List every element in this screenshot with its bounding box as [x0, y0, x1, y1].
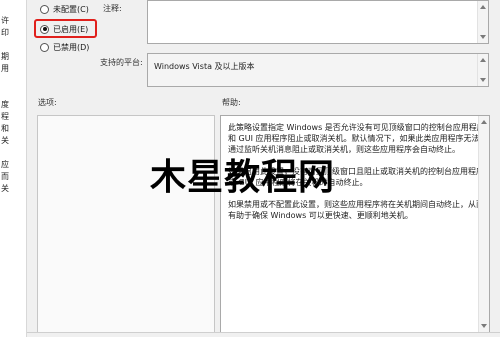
radio-circle[interactable] — [40, 42, 49, 52]
comment-textarea[interactable] — [147, 0, 489, 44]
divider — [27, 332, 500, 333]
radio-not-configured[interactable]: 未配置(C) — [40, 2, 89, 16]
options-label: 选项: — [38, 98, 57, 107]
scroll-down-icon[interactable] — [480, 35, 486, 39]
radio-circle[interactable] — [40, 4, 49, 14]
help-label: 帮助: — [222, 98, 241, 107]
scroll-up-icon[interactable] — [480, 5, 486, 9]
scroll-up-icon[interactable] — [481, 120, 487, 124]
radio-label: 未配置(C) — [53, 4, 89, 14]
left-text-fragment: 程 — [1, 112, 9, 121]
left-text-fragment: 度 — [1, 100, 9, 109]
radio-label: 已禁用(D) — [53, 42, 90, 52]
supported-platforms-value: Windows Vista 及以上版本 — [154, 62, 255, 71]
comment-scrollbar[interactable] — [477, 1, 488, 43]
left-text-fragment: 用 — [1, 64, 9, 73]
enabled-highlight-box — [34, 19, 97, 38]
comment-label: 注释: — [103, 4, 122, 13]
left-panel-clipped: 许 印 期 用 度 程 和 关 应 而 关 — [0, 0, 27, 337]
left-text-fragment: 应 — [1, 160, 9, 169]
left-text-fragment: 关 — [1, 184, 9, 193]
supported-platforms-box: Windows Vista 及以上版本 — [147, 53, 489, 87]
left-text-fragment: 印 — [1, 28, 9, 37]
watermark-text: 木星教程网 — [150, 157, 336, 198]
scroll-down-icon[interactable] — [480, 78, 486, 82]
left-text-fragment: 而 — [1, 172, 9, 181]
platforms-scrollbar[interactable] — [477, 54, 488, 86]
left-text-fragment: 期 — [1, 52, 9, 61]
supported-platforms-label: 支持的平台: — [100, 58, 143, 67]
left-text-fragment: 和 — [1, 124, 9, 133]
left-text-fragment: 关 — [1, 136, 9, 145]
scroll-up-icon[interactable] — [480, 58, 486, 62]
left-text-fragment: 许 — [1, 16, 9, 25]
radio-disabled[interactable]: 已禁用(D) — [40, 40, 89, 54]
help-paragraph: 如果禁用或不配置此设置，则这些应用程序将在关机期间自动终止，从而有助于确保 Wi… — [228, 200, 484, 220]
help-scrollbar[interactable] — [478, 116, 489, 332]
scroll-down-icon[interactable] — [481, 324, 487, 328]
